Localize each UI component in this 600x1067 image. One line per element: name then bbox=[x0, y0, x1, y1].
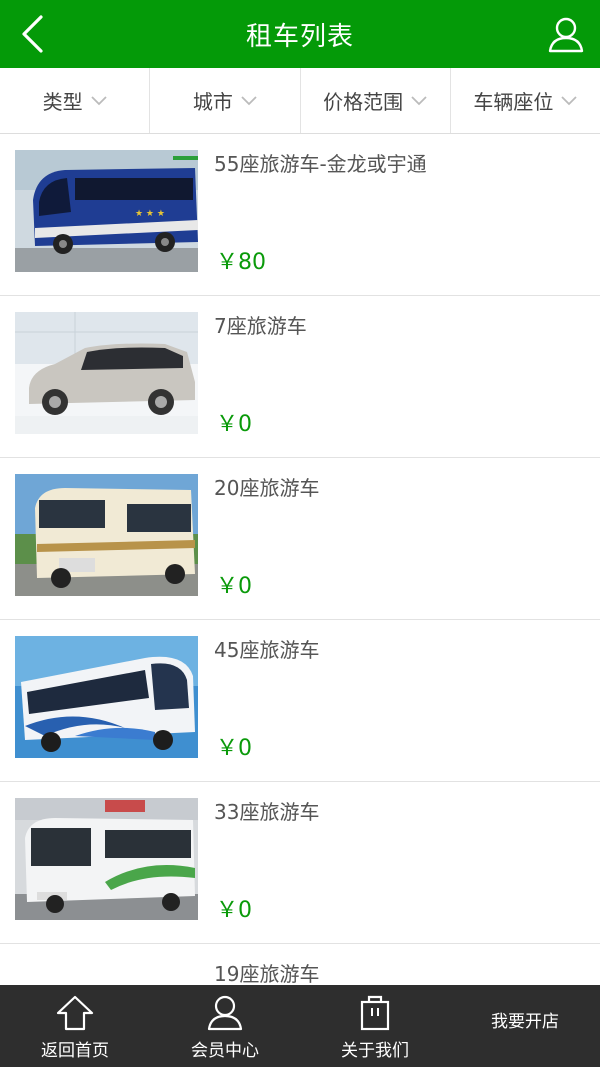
list-item[interactable]: ★ ★ ★ 55座旅游车-金龙或宇通 ￥80 bbox=[0, 134, 600, 296]
list-item[interactable]: 20座旅游车 ￥0 bbox=[0, 458, 600, 620]
filter-bar: 类型 城市 价格范围 车辆座位 bbox=[0, 68, 600, 134]
nav-member-center[interactable]: 会员中心 bbox=[150, 985, 300, 1067]
user-icon bbox=[207, 995, 243, 1031]
vehicle-image bbox=[15, 798, 198, 920]
bag-icon bbox=[360, 995, 390, 1031]
nav-label: 会员中心 bbox=[191, 1041, 259, 1061]
list-item[interactable]: 7座旅游车 ￥0 bbox=[0, 296, 600, 458]
bottom-nav: 返回首页 会员中心 关于我们 我要开店 bbox=[0, 985, 600, 1067]
vehicle-name: 33座旅游车 bbox=[214, 800, 320, 824]
chevron-down-icon bbox=[241, 95, 257, 106]
user-button[interactable] bbox=[540, 8, 592, 60]
chevron-down-icon bbox=[411, 95, 427, 106]
app: 租车列表 类型 城市 价格范围 车辆座位 ★ ★ ★ 55座旅游车-金龙或宇通 … bbox=[0, 0, 600, 1067]
nav-about-us[interactable]: 关于我们 bbox=[300, 985, 450, 1067]
list-item[interactable]: 45座旅游车 ￥0 bbox=[0, 620, 600, 782]
svg-text:★ ★ ★: ★ ★ ★ bbox=[135, 209, 165, 219]
vehicle-price: ￥0 bbox=[216, 574, 252, 599]
vehicle-image: ★ ★ ★ bbox=[15, 150, 198, 272]
vehicle-name: 7座旅游车 bbox=[214, 314, 307, 338]
filter-price-range[interactable]: 价格范围 bbox=[301, 68, 451, 133]
page-title: 租车列表 bbox=[245, 21, 354, 52]
vehicle-price: ￥80 bbox=[216, 250, 266, 275]
vehicle-name: 55座旅游车-金龙或宇通 bbox=[214, 152, 427, 176]
rental-list: ★ ★ ★ 55座旅游车-金龙或宇通 ￥80 7座旅游车 ￥0 20座旅游车 ￥… bbox=[0, 134, 600, 1067]
chevron-left-icon bbox=[22, 15, 43, 53]
nav-label: 我要开店 bbox=[491, 1012, 559, 1032]
filter-label: 类型 bbox=[42, 90, 83, 114]
nav-open-store[interactable]: 我要开店 bbox=[450, 985, 600, 1067]
filter-label: 车辆座位 bbox=[473, 90, 554, 114]
vehicle-image bbox=[15, 474, 198, 596]
filter-city[interactable]: 城市 bbox=[150, 68, 301, 133]
vehicle-price: ￥0 bbox=[216, 736, 252, 761]
vehicle-name: 20座旅游车 bbox=[214, 476, 320, 500]
nav-label: 返回首页 bbox=[41, 1041, 109, 1061]
filter-seats[interactable]: 车辆座位 bbox=[451, 68, 600, 133]
filter-label: 价格范围 bbox=[323, 90, 404, 114]
chevron-down-icon bbox=[90, 95, 107, 106]
top-bar: 租车列表 bbox=[0, 0, 600, 68]
back-button[interactable] bbox=[8, 10, 56, 58]
home-icon bbox=[56, 995, 94, 1031]
filter-label: 城市 bbox=[192, 90, 233, 114]
chevron-down-icon bbox=[561, 95, 578, 106]
nav-home[interactable]: 返回首页 bbox=[0, 985, 150, 1067]
vehicle-price: ￥0 bbox=[216, 898, 252, 923]
filter-type[interactable]: 类型 bbox=[0, 68, 151, 133]
list-item[interactable]: 33座旅游车 ￥0 bbox=[0, 782, 600, 944]
vehicle-name: 45座旅游车 bbox=[214, 638, 320, 662]
vehicle-image bbox=[15, 636, 198, 758]
vehicle-price: ￥0 bbox=[216, 412, 252, 437]
vehicle-image bbox=[15, 312, 198, 434]
nav-label: 关于我们 bbox=[341, 1041, 409, 1061]
vehicle-name: 19座旅游车 bbox=[214, 962, 320, 986]
user-icon bbox=[548, 17, 584, 53]
